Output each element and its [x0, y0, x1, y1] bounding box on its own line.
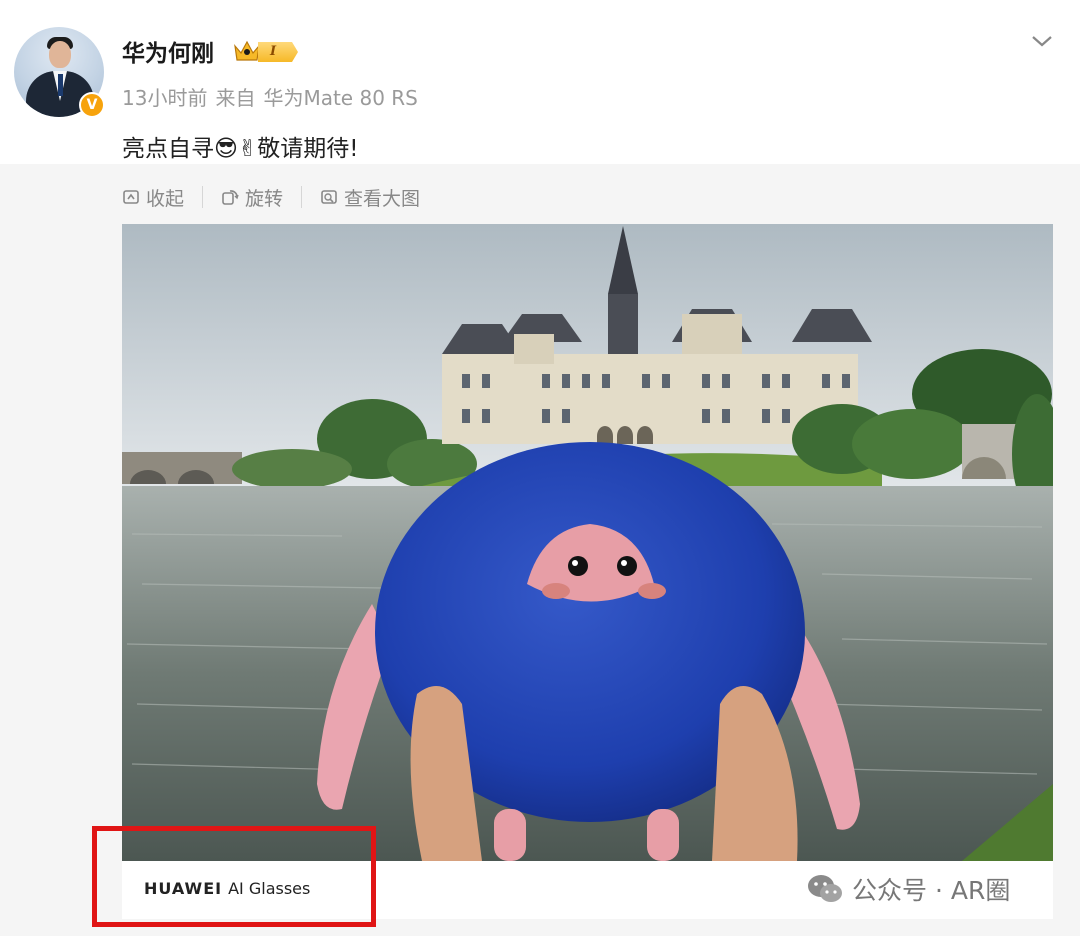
post-meta: 13小时前 来自 华为Mate 80 RS [122, 82, 426, 111]
watermark: 公众号 · AR圈 [806, 871, 1010, 907]
view-large-label: 查看大图 [344, 187, 421, 210]
username[interactable]: 华为何刚 [122, 34, 214, 68]
crown-icon [234, 40, 260, 61]
post-photo[interactable] [122, 224, 1053, 861]
media-panel: 收起 旋转 查看大图 HUAWEI AI Glasses 公众号 · AR圈 [0, 164, 1080, 936]
media-toolbar: 收起 旋转 查看大图 [122, 184, 420, 210]
post-header: V 华为何刚 I 13小时前 来自 华为Mate 80 RS 亮点自寻😎✌敬请期待! [0, 0, 1080, 164]
collapse-button[interactable]: 收起 [122, 184, 184, 211]
chevron-down-icon[interactable] [1030, 32, 1054, 50]
wechat-icon [808, 875, 842, 902]
rotate-label: 旋转 [245, 187, 284, 210]
watermark-text: 公众号 · AR圈 [852, 876, 1011, 905]
post-text: 亮点自寻😎✌敬请期待! [122, 129, 359, 163]
post-time[interactable]: 13小时前 [122, 86, 207, 110]
view-large-button[interactable]: 查看大图 [320, 184, 420, 211]
sunglasses-emoji: 😎 [214, 136, 238, 162]
post-text-part2: 敬请期待! [257, 136, 359, 162]
collapse-label: 收起 [146, 187, 185, 210]
post-text-part1: 亮点自寻 [122, 136, 214, 162]
toolbar-divider [202, 186, 204, 208]
source-prefix: 来自 [215, 86, 256, 110]
source-device: 华为Mate 80 RS [263, 86, 418, 110]
verified-badge-icon: V [79, 92, 105, 118]
toolbar-divider [301, 186, 303, 208]
highlight-box [92, 826, 376, 927]
rotate-icon [222, 190, 239, 205]
victory-hand-emoji: ✌ [237, 136, 258, 162]
view-large-icon [321, 190, 337, 204]
rotate-button[interactable]: 旋转 [221, 184, 283, 211]
collapse-icon [123, 190, 139, 204]
level-badge: I [258, 42, 298, 62]
